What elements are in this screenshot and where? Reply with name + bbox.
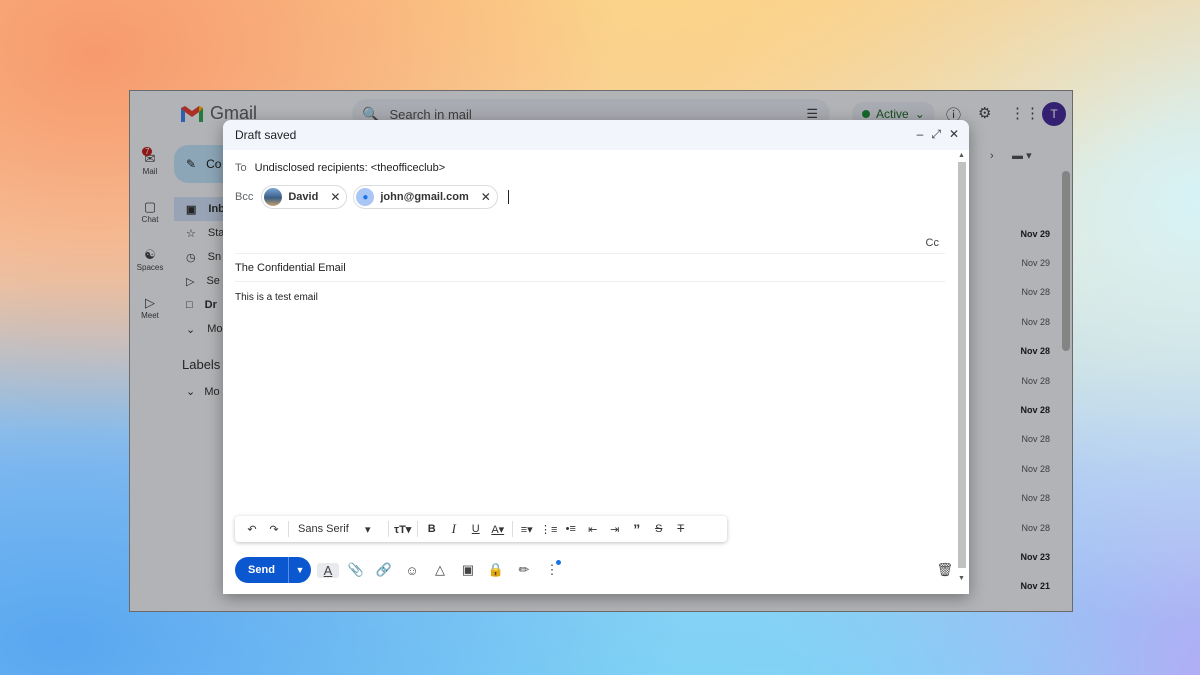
- minimize-icon[interactable]: –: [917, 127, 924, 142]
- divider: [235, 281, 945, 282]
- undo-icon[interactable]: ↶: [241, 519, 263, 539]
- redo-icon[interactable]: ↷: [263, 519, 285, 539]
- compose-actions: Send ▼ A 📎 🔗 ☺ △ ▣ 🔒 ✏ ⋮ 🗑: [235, 556, 957, 584]
- formatting-toolbar: ↶ ↷ Sans Serif ▾ τT▾ B I U A▾ ≡▾ ⋮≡ •≡ ⇤ …: [235, 516, 727, 542]
- recipient-chip[interactable]: ● john@gmail.com ✕: [353, 185, 498, 209]
- scroll-thumb[interactable]: [958, 162, 966, 568]
- compose-scrollbar[interactable]: ▲ ▼: [957, 152, 967, 582]
- font-name: Sans Serif: [298, 523, 349, 535]
- align-icon[interactable]: ≡▾: [516, 519, 538, 539]
- remove-recipient-icon[interactable]: ✕: [481, 190, 491, 204]
- indent-more-icon[interactable]: ⇥: [604, 519, 626, 539]
- message-body[interactable]: This is a test email: [235, 292, 318, 303]
- insert-link-icon[interactable]: 🔗: [373, 562, 395, 578]
- remove-recipient-icon[interactable]: ✕: [330, 190, 340, 204]
- scroll-up-icon[interactable]: ▲: [958, 152, 965, 159]
- indent-less-icon[interactable]: ⇤: [582, 519, 604, 539]
- divider: [235, 253, 945, 254]
- subject-field[interactable]: The Confidential Email: [235, 262, 346, 274]
- recipient-name: David: [288, 191, 319, 203]
- exit-fullscreen-icon[interactable]: ⤢: [931, 127, 941, 142]
- insert-photo-icon[interactable]: ▣: [457, 562, 479, 578]
- chevron-down-icon: ▾: [364, 523, 371, 536]
- scroll-down-icon[interactable]: ▼: [958, 575, 965, 582]
- numbered-list-icon[interactable]: ⋮≡: [538, 519, 560, 539]
- divider: [511, 521, 513, 537]
- avatar: [264, 188, 283, 206]
- bold-icon[interactable]: B: [421, 519, 443, 539]
- font-select[interactable]: Sans Serif ▾: [292, 519, 385, 539]
- send-label: Send: [248, 564, 275, 576]
- italic-icon[interactable]: I: [443, 519, 465, 539]
- bcc-label: Bcc: [235, 191, 254, 203]
- text-size-icon[interactable]: τT▾: [392, 519, 414, 539]
- text-color-icon[interactable]: A▾: [487, 519, 509, 539]
- strikethrough-icon[interactable]: S: [648, 519, 670, 539]
- to-field[interactable]: To Undisclosed recipients: <theofficeclu…: [235, 157, 945, 179]
- remove-formatting-icon[interactable]: T: [670, 519, 692, 539]
- send-button[interactable]: Send ▼: [235, 557, 311, 583]
- bulleted-list-icon[interactable]: •≡: [560, 519, 582, 539]
- compose-title: Draft saved: [235, 128, 297, 142]
- underline-icon[interactable]: U: [465, 519, 487, 539]
- quote-icon[interactable]: ”: [626, 519, 648, 539]
- emoji-icon[interactable]: ☺: [401, 563, 423, 578]
- attach-file-icon[interactable]: 📎: [345, 562, 367, 578]
- formatting-options-icon[interactable]: A: [317, 562, 339, 578]
- confidential-mode-icon[interactable]: 🔒: [485, 562, 507, 578]
- compose-dialog: Draft saved – ⤢ ✕ To Undisclosed recipie…: [223, 120, 969, 594]
- more-options-icon[interactable]: ⋮: [541, 560, 563, 578]
- divider: [416, 521, 418, 537]
- person-icon: ●: [356, 188, 375, 206]
- recipient-name: john@gmail.com: [380, 191, 469, 203]
- schedule-send-icon[interactable]: ▼: [288, 557, 311, 583]
- compose-header[interactable]: Draft saved – ⤢ ✕: [223, 120, 969, 150]
- gmail-window: Gmail 🔍 Search in mail ☰ Active ⌄ ⓘ ⚙ ⋮⋮…: [129, 90, 1073, 612]
- text-cursor: [507, 190, 509, 204]
- bcc-field[interactable]: Bcc David ✕ ● john@gmail.com ✕: [235, 183, 945, 211]
- to-label: To: [235, 162, 247, 174]
- close-icon[interactable]: ✕: [949, 127, 959, 142]
- discard-draft-icon[interactable]: 🗑: [936, 562, 953, 578]
- signature-icon[interactable]: ✏: [513, 562, 535, 578]
- divider: [387, 521, 389, 537]
- divider: [288, 521, 289, 537]
- to-value: Undisclosed recipients: <theofficeclub>: [254, 162, 446, 174]
- cc-link[interactable]: Cc: [926, 237, 939, 249]
- drive-icon[interactable]: △: [429, 562, 451, 578]
- recipient-chip[interactable]: David ✕: [261, 185, 348, 209]
